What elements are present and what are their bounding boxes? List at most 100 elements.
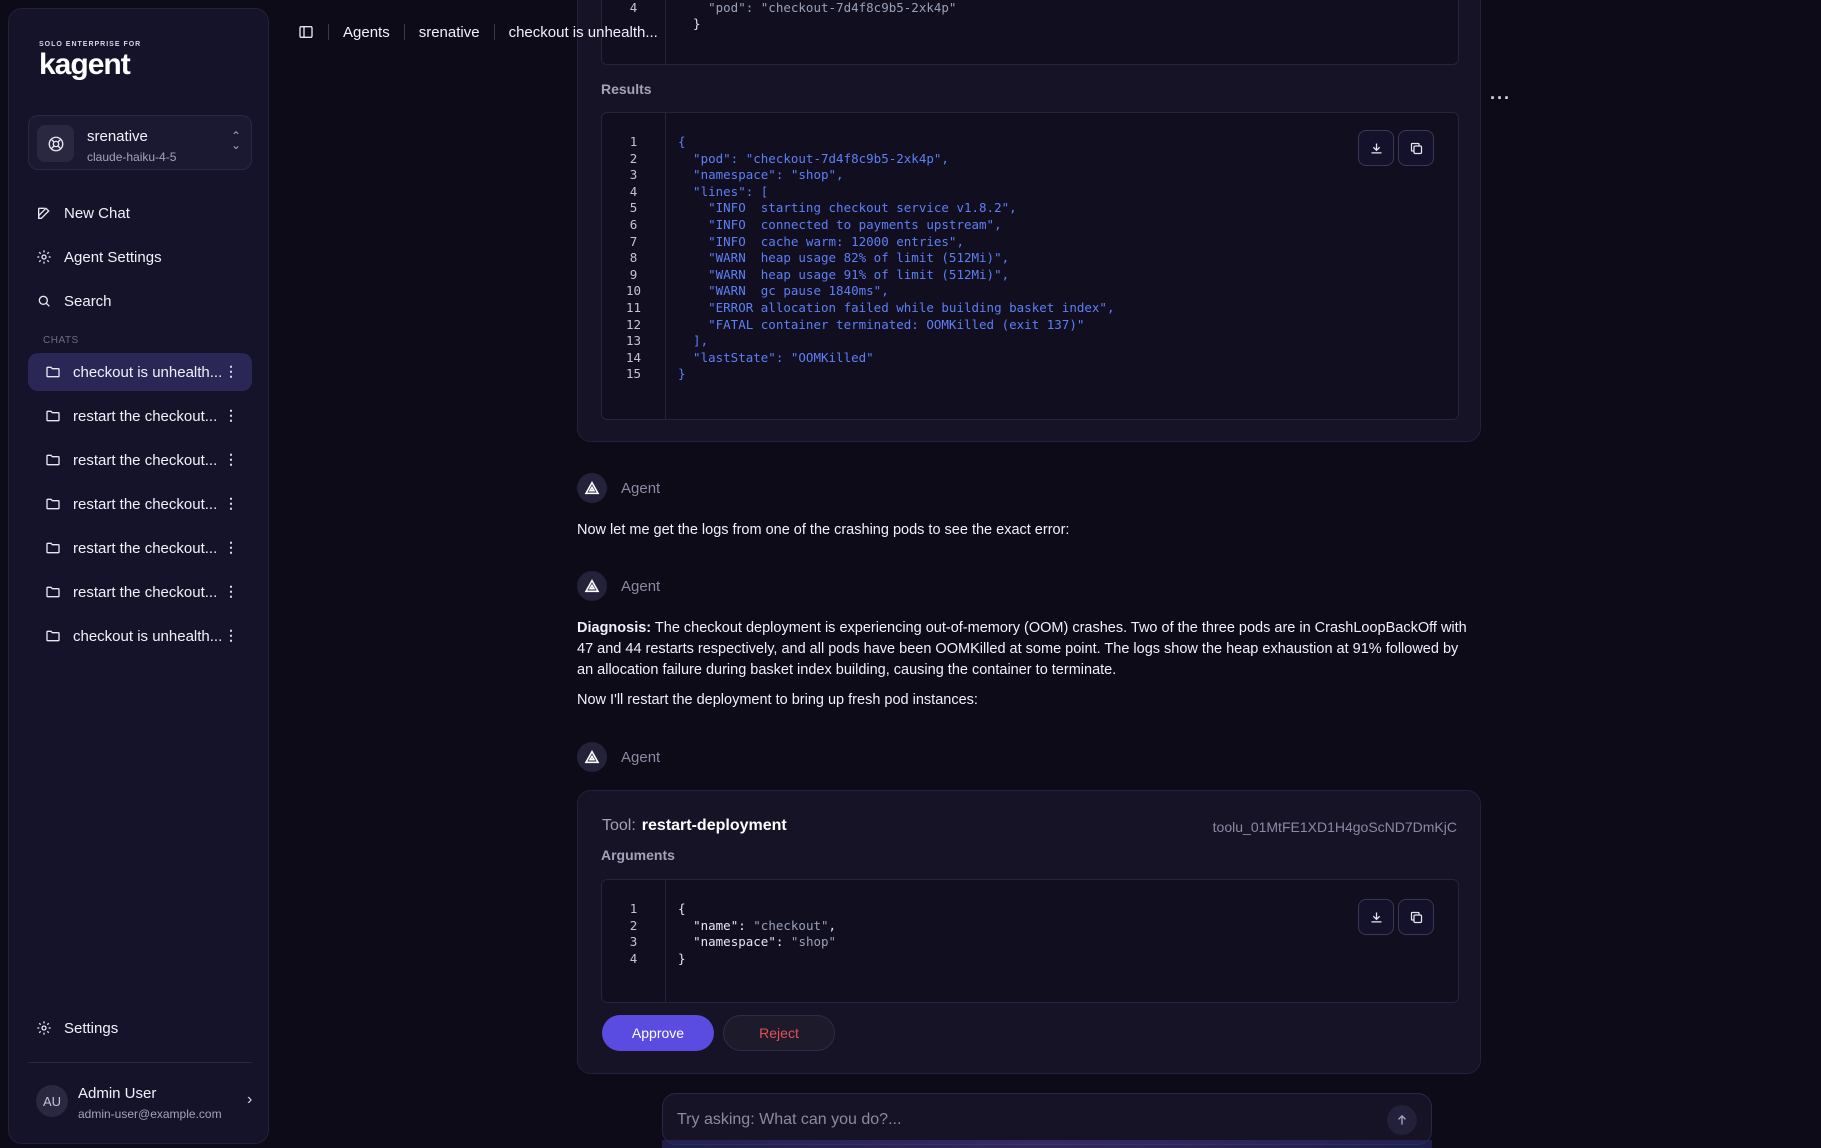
line-number: 3 — [629, 167, 638, 183]
reject-button[interactable]: Reject — [723, 1015, 835, 1051]
kebab-menu-icon[interactable]: ⋮ — [224, 451, 238, 468]
chat-list-item[interactable]: checkout is unhealth... ⋮ — [28, 353, 252, 391]
download-button[interactable] — [1358, 130, 1394, 166]
agent-model: claude-haiku-4-5 — [87, 150, 177, 164]
kebab-menu-icon[interactable]: ⋮ — [224, 363, 238, 380]
gear-icon — [37, 1021, 51, 1035]
folder-icon — [46, 410, 60, 422]
folder-icon — [46, 586, 60, 598]
results-label: Results — [601, 81, 652, 97]
chat-title: restart the checkout... — [73, 539, 218, 557]
line-number: 3 — [629, 934, 638, 950]
search-button[interactable]: Search — [36, 283, 112, 319]
folder-icon — [46, 498, 60, 510]
arguments-code-box: 4 "pod": "checkout-7d4f8c9b5-2xk4p" } — [601, 0, 1459, 65]
chat-list-item[interactable]: restart the checkout... ⋮ — [28, 397, 252, 435]
breadcrumb-chat: checkout is unhealth... — [508, 23, 658, 41]
code-line: } — [678, 16, 701, 33]
code-line: } — [678, 951, 836, 968]
code-line: "WARN heap usage 91% of limit (512Mi)", — [678, 266, 1010, 282]
chat-list-item[interactable]: restart the checkout... ⋮ — [28, 529, 252, 567]
code-line: "INFO starting checkout service v1.8.2", — [678, 200, 1017, 216]
line-gutter: 1 2 3 4 5 6 7 8 9 10 11 12 13 14 15 — [602, 113, 666, 419]
copy-icon — [1410, 911, 1422, 923]
user-name: Admin User — [78, 1085, 157, 1102]
line-number: 13 — [625, 333, 642, 349]
chat-title: checkout is unhealth... — [73, 363, 223, 381]
diagnosis-label: Diagnosis: — [577, 620, 652, 636]
more-options-icon[interactable]: ··· — [1490, 88, 1511, 109]
breadcrumb-separator — [403, 24, 405, 40]
code-line: } — [678, 366, 686, 382]
folder-icon — [46, 630, 60, 642]
download-icon — [1371, 912, 1381, 922]
line-number: 2 — [629, 917, 638, 933]
new-chat-button[interactable]: New Chat — [36, 195, 130, 231]
agent-logo-icon — [577, 473, 607, 503]
kebab-menu-icon[interactable]: ⋮ — [224, 495, 238, 512]
line-number: 7 — [629, 233, 638, 249]
line-number: 15 — [625, 366, 642, 382]
kebab-menu-icon[interactable]: ⋮ — [224, 583, 238, 600]
arguments-code: { "name": "checkout", "namespace": "shop… — [678, 901, 836, 967]
chat-list-item[interactable]: checkout is unhealth... ⋮ — [28, 617, 252, 655]
code-line: "INFO connected to payments upstream", — [678, 216, 1002, 232]
results-code-box: 1 2 3 4 5 6 7 8 9 10 11 12 13 14 15 { "pod": "checkout… — [601, 112, 1459, 420]
code-line: "FATAL container terminated: OOMKilled (… — [678, 316, 1085, 332]
settings-button[interactable]: Settings — [36, 1010, 118, 1046]
line-number: 11 — [625, 299, 642, 315]
chat-list-item[interactable]: restart the checkout... ⋮ — [28, 441, 252, 479]
copy-button[interactable] — [1398, 130, 1434, 166]
send-button[interactable] — [1387, 1105, 1417, 1135]
copy-icon — [1410, 142, 1422, 154]
agent-name: srenative — [87, 128, 148, 145]
kebab-menu-icon[interactable]: ⋮ — [224, 407, 238, 424]
chat-input[interactable] — [677, 1107, 1357, 1133]
breadcrumb-agent[interactable]: srenative — [419, 24, 480, 41]
folder-icon — [46, 366, 60, 378]
kebab-menu-icon[interactable]: ⋮ — [224, 627, 238, 644]
logo-tagline: SOLO ENTERPRISE FOR — [39, 41, 142, 48]
agent-avatar-icon — [37, 125, 74, 162]
tool-result-card: 4 "pod": "checkout-7d4f8c9b5-2xk4p" } Re… — [577, 0, 1481, 442]
logo-wordmark: kagent — [39, 48, 131, 81]
line-number: 6 — [629, 216, 638, 232]
breadcrumb-agents[interactable]: Agents — [343, 24, 390, 41]
download-button[interactable] — [1358, 899, 1394, 935]
code-line: "lastState": "OOMKilled" — [678, 349, 874, 365]
tool-prefix: Tool: — [602, 817, 636, 834]
line-number: 12 — [625, 316, 642, 332]
code-value: "shop" — [790, 934, 837, 950]
agent-switcher[interactable]: srenative claude-haiku-4-5 ⌃ ⌄ — [28, 115, 252, 170]
tool-call-id: toolu_01MtFE1XD1H4goScND7DmKjC — [1212, 819, 1457, 835]
download-icon — [1371, 143, 1381, 153]
code-line: { — [678, 901, 836, 918]
agent-logo-icon — [577, 742, 607, 772]
code-line: "pod": "checkout-7d4f8c9b5-2xk4p", — [678, 150, 949, 166]
gutter-pad — [602, 113, 665, 134]
kebab-menu-icon[interactable]: ⋮ — [224, 539, 238, 556]
agent-header: Agent — [577, 742, 660, 772]
tool-name: restart-deployment — [641, 817, 787, 834]
sidebar-toggle-icon[interactable] — [298, 24, 314, 40]
code-line: "namespace": "shop" — [693, 934, 837, 950]
code-value: "checkout" — [753, 917, 829, 933]
approve-button[interactable]: Approve — [602, 1015, 714, 1051]
chevron-up-down-icon: ⌃ ⌄ — [230, 129, 241, 152]
user-email: admin-user@example.com — [78, 1107, 222, 1121]
agent-logo-icon — [577, 571, 607, 601]
code-line: "lines": [ — [678, 183, 769, 199]
results-code: { "pod": "checkout-7d4f8c9b5-2xk4p", "na… — [678, 134, 1115, 383]
code-text: "pod": "checkout-7d4f8c9b5-2xk4p" — [678, 0, 957, 15]
agent-header: Agent — [577, 571, 660, 601]
copy-button[interactable] — [1398, 899, 1434, 935]
sidebar-divider — [28, 1062, 252, 1063]
code-line: "name": "checkout", — [693, 917, 837, 933]
chat-list-item[interactable]: restart the checkout... ⋮ — [28, 485, 252, 523]
line-number: 4 — [629, 183, 638, 199]
avatar: AU — [36, 1085, 68, 1117]
agent-settings-button[interactable]: Agent Settings — [36, 239, 162, 275]
chat-list-item[interactable]: restart the checkout... ⋮ — [28, 573, 252, 611]
breadcrumb-separator — [328, 24, 329, 40]
line-number: 1 — [629, 134, 638, 149]
